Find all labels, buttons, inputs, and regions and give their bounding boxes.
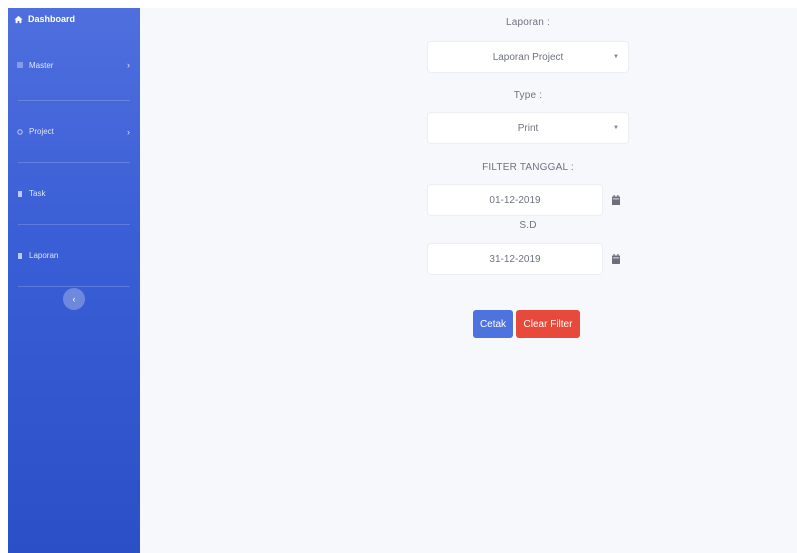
chevron-left-icon: ‹ — [72, 294, 76, 304]
laporan-select[interactable]: Laporan Project ▼ — [428, 42, 628, 72]
date-to-input[interactable]: 31-12-2019 — [428, 244, 602, 274]
sidebar-divider — [18, 286, 130, 287]
app-window: Dashboard Master › Project › Task Lapora… — [8, 8, 797, 553]
sidebar-brand-label: Dashboard — [28, 14, 76, 24]
type-select[interactable]: Print ▼ — [428, 113, 628, 143]
sidebar-item-task[interactable]: Task — [8, 163, 140, 224]
cetak-button[interactable]: Cetak — [473, 310, 513, 338]
main-content: Laporan : Laporan Project ▼ Type : Print… — [140, 8, 797, 553]
type-label: Type : — [513, 90, 543, 101]
type-select-value: Print — [517, 122, 539, 134]
calendar-icon[interactable] — [612, 254, 620, 264]
chevron-right-icon: › — [127, 60, 130, 70]
chevron-right-icon: › — [127, 126, 130, 137]
sidebar-item-master[interactable]: Master › — [8, 30, 140, 100]
date-from-input[interactable]: 01-12-2019 — [428, 185, 602, 215]
laporan-select-value: Laporan Project — [492, 51, 564, 63]
home-icon — [14, 15, 23, 24]
chevron-down-icon: ▼ — [613, 125, 619, 131]
clear-filter-button[interactable]: Clear Filter — [516, 310, 580, 338]
sidebar-item-project[interactable]: Project › — [8, 101, 140, 162]
sidebar-item-laporan[interactable]: Laporan — [8, 225, 140, 286]
settings-icon — [17, 128, 23, 135]
filter-tanggal-label: FILTER TANGGAL : — [482, 162, 574, 173]
task-icon — [17, 190, 23, 197]
sidebar-brand[interactable]: Dashboard — [8, 8, 140, 30]
calendar-icon[interactable] — [612, 195, 620, 205]
report-icon — [17, 252, 23, 259]
laporan-label: Laporan : — [505, 17, 551, 28]
chevron-down-icon: ▼ — [613, 54, 619, 60]
list-icon — [17, 62, 23, 68]
sidebar-toggle-button[interactable]: ‹ — [63, 288, 85, 310]
sd-label: S.D — [519, 220, 537, 231]
sidebar: Dashboard Master › Project › Task Lapora… — [8, 8, 140, 553]
sidebar-item-label: Project — [29, 127, 54, 136]
date-from-value: 01-12-2019 — [489, 194, 541, 206]
sidebar-item-label: Laporan — [29, 251, 59, 260]
sidebar-item-label: Task — [29, 189, 46, 198]
date-to-value: 31-12-2019 — [489, 253, 541, 265]
sidebar-item-label: Master — [29, 60, 54, 70]
